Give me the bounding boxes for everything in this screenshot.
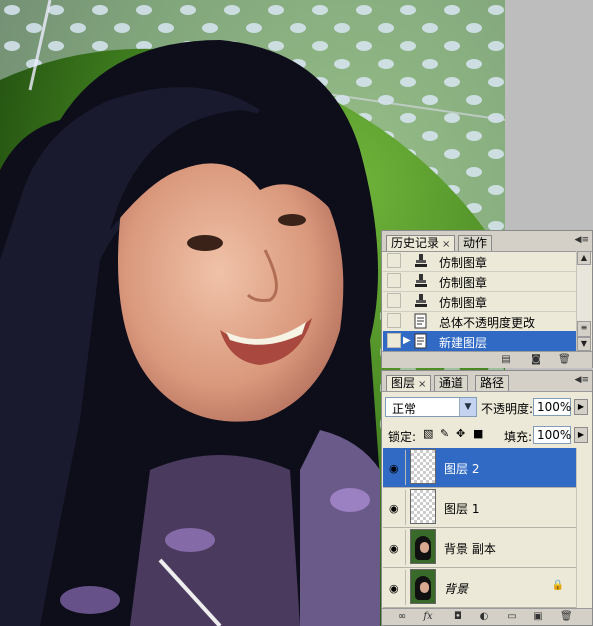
tab-paths[interactable]: 路径 [475,375,510,391]
clone-stamp-icon [415,294,427,307]
lock-icon: 🔒 [551,580,564,591]
history-item-label: 新建图层 [439,336,488,350]
history-state-icon [414,313,427,329]
layers-tab-bar: 图层 × 通道 路径 ◀≡ [382,371,592,392]
tab-history[interactable]: 历史记录 × [386,235,456,251]
history-brush-source-checkbox[interactable] [387,273,401,288]
history-item[interactable]: 总体不透明度更改 [383,311,576,332]
history-bottom-bar: ▤ ◙ 🗑 [382,351,592,368]
history-item-label: 仿制图章 [439,276,488,290]
opacity-input[interactable]: 100% [533,398,571,416]
fill-input[interactable]: 100% [533,426,571,444]
layer-visibility-toggle[interactable]: ◉ [385,570,406,605]
blend-mode-select[interactable]: 正常 ▼ [385,397,477,417]
new-snapshot-icon[interactable]: ◙ [530,354,542,365]
lock-label: 锁定: [388,430,417,444]
history-item-selected[interactable]: ▶ 新建图层 [383,331,576,352]
history-panel: 历史记录 × 动作 ◀≡ 仿制图章 仿制图章 仿制图章 总体不透明度更改 ▶ 新建… [381,230,593,368]
blend-mode-value: 正常 [392,402,417,416]
eye-icon: ◉ [389,582,399,595]
chevron-down-icon: ▼ [459,398,476,416]
layer-style-fx-icon[interactable]: fx [422,611,434,622]
layers-panel: 图层 × 通道 路径 ◀≡ 正常 ▼ 不透明度: 100% ▶ 锁定: ▧ ✎ ✥… [381,370,593,626]
new-document-from-state-icon[interactable]: ▤ [500,354,512,365]
history-item-label: 总体不透明度更改 [439,316,536,330]
layer-mask-icon[interactable]: ◘ [452,611,464,622]
layer-visibility-toggle[interactable]: ◉ [385,530,406,565]
layer-name[interactable]: 图层 1 [444,500,479,517]
fill-slider-button[interactable]: ▶ [574,427,588,443]
opacity-slider-button[interactable]: ▶ [574,399,588,415]
eye-icon: ◉ [389,462,399,475]
layer-visibility-toggle[interactable]: ◉ [385,490,406,525]
adjustment-layer-icon[interactable]: ◐ [478,611,490,622]
history-state-icon [414,333,427,349]
tab-history-label: 历史记录 [391,236,440,250]
eye-icon: ◉ [389,542,399,555]
history-tab-bar: 历史记录 × 动作 ◀≡ [382,231,592,252]
clone-stamp-icon [415,274,427,287]
eye-icon: ◉ [389,502,399,515]
scroll-down-icon[interactable]: ▼ [577,337,591,351]
scroll-thumb[interactable]: ≡ [577,321,591,337]
layer-row[interactable]: ◉ 图层 2 [383,448,576,488]
tab-actions[interactable]: 动作 [458,235,493,251]
close-icon[interactable]: × [442,239,450,250]
clone-stamp-icon [415,254,427,267]
tab-paths-label: 路径 [480,376,505,390]
layer-thumbnail [410,529,436,564]
new-group-icon[interactable]: ▭ [506,611,518,622]
layer-name[interactable]: 图层 2 [444,460,479,477]
tab-channels-label: 通道 [439,376,464,390]
layer-name[interactable]: 背景 [444,580,468,597]
history-item[interactable]: 仿制图章 [383,271,576,292]
panel-menu-icon[interactable]: ◀≡ [575,375,589,385]
lock-all-icon[interactable]: ■ [473,427,483,440]
layer-thumbnail [410,489,436,524]
layer-visibility-toggle[interactable]: ◉ [385,450,406,485]
close-icon[interactable]: × [418,379,426,390]
tab-actions-label: 动作 [463,236,488,250]
new-layer-icon[interactable]: ▣ [532,611,544,622]
layers-scrollbar[interactable] [576,448,591,608]
history-state-pointer-icon: ▶ [403,335,411,346]
opacity-label: 不透明度: [481,402,534,416]
tab-channels[interactable]: 通道 [434,375,469,391]
panel-menu-icon[interactable]: ◀≡ [575,235,589,245]
delete-layer-icon[interactable]: 🗑 [560,611,573,622]
layer-row[interactable]: ◉ 背景 🔒 [383,568,576,608]
layer-row[interactable]: ◉ 背景 副本 [383,528,576,568]
tab-layers[interactable]: 图层 × [386,375,432,391]
layer-row[interactable]: ◉ 图层 1 [383,488,576,528]
layer-name[interactable]: 背景 副本 [444,540,496,557]
link-layers-icon[interactable]: ∞ [396,611,408,622]
layers-bottom-bar: ∞ fx ◘ ◐ ▭ ▣ 🗑 [382,608,592,625]
scroll-up-icon[interactable]: ▲ [577,251,591,265]
workspace-background [505,0,593,230]
history-item-label: 仿制图章 [439,296,488,310]
lock-image-pixels-icon[interactable]: ✎ [440,427,449,440]
history-item[interactable]: 仿制图章 [383,291,576,312]
history-item[interactable]: 仿制图章 [383,251,576,272]
history-item-label: 仿制图章 [439,256,488,270]
layer-thumbnail [410,569,436,604]
history-brush-source-checkbox[interactable] [387,313,401,328]
history-brush-source-checkbox[interactable] [387,253,401,268]
delete-state-icon[interactable]: 🗑 [558,354,571,365]
tab-layers-label: 图层 [391,376,416,390]
lock-transparent-pixels-icon[interactable]: ▧ [423,427,433,440]
lock-position-icon[interactable]: ✥ [456,427,465,440]
layer-thumbnail [410,449,436,484]
history-brush-source-checkbox[interactable] [387,293,401,308]
fill-label: 填充: [504,430,533,444]
history-scrollbar[interactable]: ▲ ≡ ▼ [576,251,591,351]
history-brush-source-checkbox[interactable] [387,333,401,348]
